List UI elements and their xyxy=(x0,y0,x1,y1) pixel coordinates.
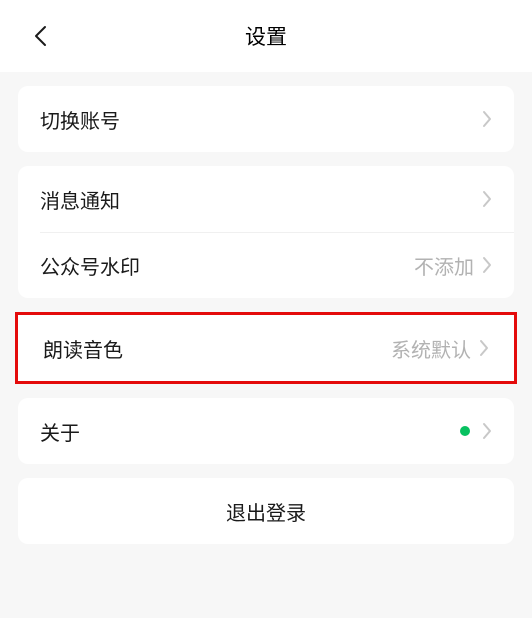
page-title: 设置 xyxy=(245,21,287,51)
chevron-right-icon xyxy=(482,190,492,208)
logout-button[interactable]: 退出登录 xyxy=(18,478,514,544)
row-notifications[interactable]: 消息通知 xyxy=(18,166,514,232)
row-right: 系统默认 xyxy=(391,334,489,363)
group-about: 关于 xyxy=(18,398,514,464)
group-switch-account: 切换账号 xyxy=(18,86,514,152)
row-voice[interactable]: 朗读音色 系统默认 xyxy=(18,315,514,381)
row-right: 不添加 xyxy=(414,251,492,280)
row-right xyxy=(460,422,492,440)
row-watermark[interactable]: 公众号水印 不添加 xyxy=(18,232,514,298)
row-switch-account[interactable]: 切换账号 xyxy=(18,86,514,152)
chevron-left-icon xyxy=(33,25,47,47)
chevron-right-icon xyxy=(482,110,492,128)
row-label: 关于 xyxy=(40,417,80,446)
back-button[interactable] xyxy=(28,24,52,48)
row-label: 消息通知 xyxy=(40,185,120,214)
row-about[interactable]: 关于 xyxy=(18,398,514,464)
row-value: 不添加 xyxy=(414,251,474,280)
notification-dot-icon xyxy=(460,426,470,436)
row-label: 公众号水印 xyxy=(40,251,140,280)
row-label: 切换账号 xyxy=(40,105,120,134)
row-right xyxy=(482,190,492,208)
group-voice-highlighted: 朗读音色 系统默认 xyxy=(15,312,517,384)
row-right xyxy=(482,110,492,128)
row-value: 系统默认 xyxy=(391,334,471,363)
group-settings: 消息通知 公众号水印 不添加 xyxy=(18,166,514,298)
row-label: 朗读音色 xyxy=(43,334,123,363)
chevron-right-icon xyxy=(482,256,492,274)
chevron-right-icon xyxy=(482,422,492,440)
header: 设置 xyxy=(0,0,532,72)
content: 切换账号 消息通知 公众号水印 不添加 xyxy=(0,72,532,544)
logout-label: 退出登录 xyxy=(226,497,306,526)
chevron-right-icon xyxy=(479,339,489,357)
